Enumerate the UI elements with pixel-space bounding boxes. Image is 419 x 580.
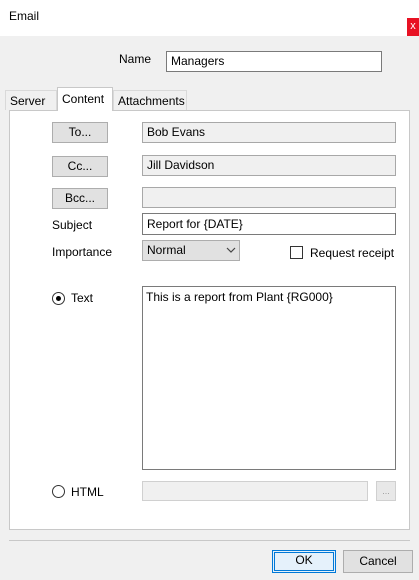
- tab-attachments[interactable]: Attachments: [113, 90, 187, 110]
- name-label: Name: [119, 52, 152, 66]
- html-radio[interactable]: [52, 485, 65, 498]
- html-file-field: [142, 481, 368, 501]
- title-bar: [0, 0, 419, 36]
- name-input[interactable]: Managers: [166, 51, 382, 72]
- subject-input[interactable]: Report for {DATE}: [142, 213, 396, 235]
- message-text-area[interactable]: This is a report from Plant {RG000}: [142, 286, 396, 470]
- request-receipt-checkbox[interactable]: [290, 246, 303, 259]
- text-radio-label: Text: [71, 291, 94, 305]
- html-radio-label: HTML: [71, 485, 104, 499]
- request-receipt-label: Request receipt: [310, 246, 395, 260]
- tab-content[interactable]: Content: [57, 87, 113, 111]
- bcc-field: [142, 187, 396, 208]
- cancel-button[interactable]: Cancel: [343, 550, 413, 573]
- importance-label: Importance: [52, 245, 113, 259]
- chevron-down-icon: [226, 247, 236, 253]
- close-button[interactable]: x: [407, 18, 419, 36]
- focus-ring: [274, 552, 334, 571]
- html-browse-button: ...: [376, 481, 396, 501]
- radio-selected-dot: [56, 296, 61, 301]
- ok-button[interactable]: OK: [272, 550, 336, 573]
- bcc-button[interactable]: Bcc...: [52, 188, 108, 209]
- to-field: Bob Evans: [142, 122, 396, 143]
- footer-divider: [9, 540, 410, 541]
- subject-label: Subject: [52, 218, 93, 232]
- cc-field: Jill Davidson: [142, 155, 396, 176]
- window-title: Email: [9, 9, 40, 23]
- to-button[interactable]: To...: [52, 122, 108, 143]
- text-radio[interactable]: [52, 292, 65, 305]
- cc-button[interactable]: Cc...: [52, 156, 108, 177]
- tab-server[interactable]: Server: [5, 90, 57, 110]
